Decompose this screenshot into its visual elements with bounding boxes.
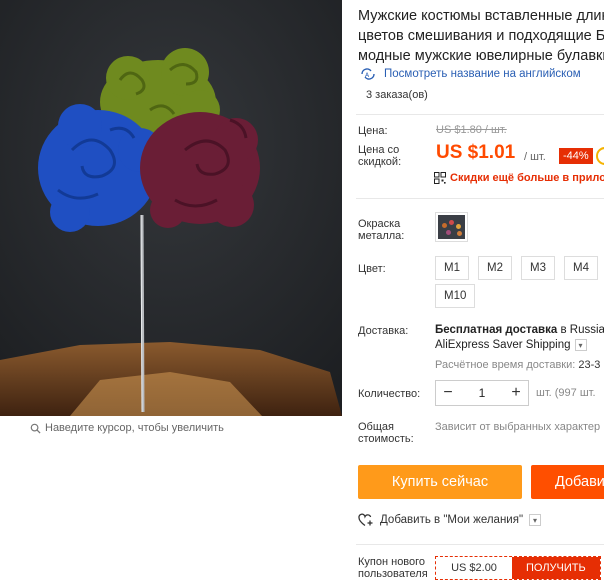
shipping-free: Бесплатная доставка <box>435 324 558 336</box>
metal-color-swatch[interactable] <box>435 212 468 242</box>
orders-count: 3 заказа(ов) <box>366 89 428 101</box>
discount-price-label: Цена со скидкой: <box>358 144 402 168</box>
flower-lapel-pin-photo <box>0 0 342 416</box>
translate-link-text[interactable]: Посмотреть название на английском <box>384 68 581 80</box>
metal-color-label: Окраска металла: <box>358 218 405 242</box>
discount-badge: -44% <box>559 148 593 164</box>
shipping-summary: Бесплатная доставка в Russian <box>435 324 604 336</box>
color-option-m2[interactable]: M2 <box>478 256 512 280</box>
heart-plus-icon <box>358 513 373 527</box>
shipping-method[interactable]: AliExpress Saver Shipping <box>435 339 571 351</box>
buy-now-button[interactable]: Купить сейчас <box>358 465 522 499</box>
product-image[interactable] <box>0 0 342 416</box>
coupon-amount: US $2.00 <box>451 562 497 574</box>
quantity-stepper: − 1 + <box>435 380 529 406</box>
translate-link[interactable]: A Посмотреть название на английском <box>358 66 581 82</box>
product-title: Мужские костюмы вставленные длинн цветов… <box>358 6 604 66</box>
color-label: Цвет: <box>358 263 386 275</box>
translate-icon: A <box>361 68 375 80</box>
quantity-input[interactable]: 1 <box>460 386 504 400</box>
color-option-m10[interactable]: M10 <box>435 284 476 308</box>
product-info-panel: Мужские костюмы вставленные длинн цветов… <box>356 0 604 586</box>
total-label: Общая стоимость: <box>358 421 414 445</box>
per-unit-label: / шт. <box>524 151 546 163</box>
color-option-m1[interactable]: M1 <box>435 256 469 280</box>
quantity-increase-button[interactable]: + <box>504 384 528 402</box>
wishlist-text[interactable]: Добавить в "Мои желания" <box>380 514 523 526</box>
original-price: US $1.80 / шт. <box>436 124 507 136</box>
qr-code-icon <box>434 172 446 184</box>
add-to-cart-button[interactable]: Добавит <box>531 465 604 499</box>
delivery-time-label: Расчётное время доставки: <box>435 359 576 371</box>
app-promo-text[interactable]: Скидки ещё больше в прило <box>450 172 604 184</box>
shipping-method-select[interactable]: AliExpress Saver Shipping ▾ <box>435 339 587 351</box>
swatch-image <box>438 215 465 239</box>
coupon-label: Купон нового пользователя <box>358 556 428 580</box>
wishlist-button[interactable]: Добавить в "Мои желания" ▾ <box>358 513 542 527</box>
chevron-down-icon[interactable]: ▾ <box>529 514 542 526</box>
chevron-down-icon[interactable]: ▾ <box>574 339 587 351</box>
divider <box>356 544 604 545</box>
quantity-label: Количество: <box>358 388 421 400</box>
sale-price: US $1.01 <box>436 142 516 163</box>
delivery-time-value: 23-3 <box>578 359 601 371</box>
stock-available: шт. (997 шт. <box>536 387 596 399</box>
shipping-label: Доставка: <box>358 325 409 337</box>
shipping-destination: в Russian <box>560 324 604 336</box>
zoom-hint-text: Наведите курсор, чтобы увеличить <box>45 422 224 434</box>
zoom-hint: Наведите курсор, чтобы увеличить <box>30 422 224 434</box>
svg-text:A: A <box>365 72 370 79</box>
delivery-time: Расчётное время доставки: 23-3 <box>435 359 600 371</box>
color-option-m3[interactable]: M3 <box>521 256 555 280</box>
product-title-line: модные мужские ювелирные булавки <box>358 48 604 64</box>
coupon: US $2.00 ПОЛУЧИТЬ <box>435 556 601 580</box>
product-title-line: Мужские костюмы вставленные длинн <box>358 8 604 24</box>
product-title-line: цветов смешивания и подходящие Бр <box>358 28 604 44</box>
coin-icon <box>596 147 604 165</box>
app-promo[interactable]: Скидки ещё больше в прило <box>434 172 604 184</box>
magnifier-icon <box>30 423 41 434</box>
divider <box>356 198 604 199</box>
total-value: Зависит от выбранных характер <box>435 421 601 433</box>
quantity-decrease-button[interactable]: − <box>436 384 460 402</box>
color-option-m4[interactable]: M4 <box>564 256 598 280</box>
price-label: Цена: <box>358 125 388 137</box>
get-coupon-button[interactable]: ПОЛУЧИТЬ <box>512 557 600 579</box>
divider <box>356 114 604 115</box>
